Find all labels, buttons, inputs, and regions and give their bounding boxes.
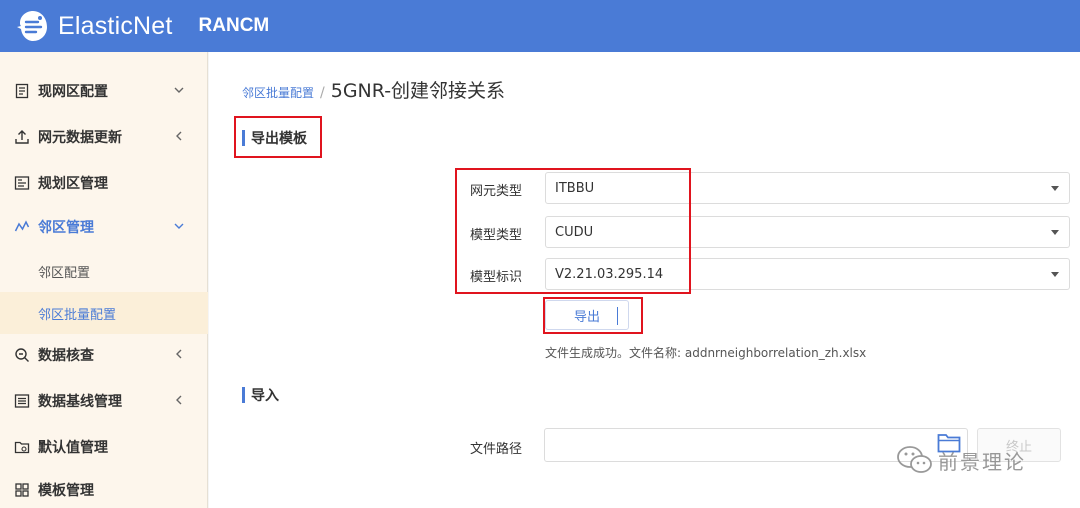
model-id-select[interactable]: V2.21.03.295.14 (545, 258, 1070, 290)
breadcrumb-separator: / (320, 85, 325, 101)
chevron-down-icon (174, 223, 184, 229)
sidebar-item-default-values[interactable]: 默认值管理 (0, 425, 208, 469)
search-icon (14, 347, 30, 363)
chevron-left-icon (176, 349, 182, 359)
sidebar-item-label: 数据基线管理 (38, 394, 122, 410)
breadcrumb-parent-link[interactable]: 邻区批量配置 (242, 84, 314, 101)
caret-down-icon (1051, 272, 1059, 277)
app-name: RANCM (198, 15, 270, 36)
brand-logo[interactable]: ElasticNet (14, 9, 173, 43)
brand-name: ElasticNet (58, 11, 173, 40)
sidebar-item-data-baseline[interactable]: 数据基线管理 (0, 379, 208, 423)
sidebar-subitem-neighbor-batch-config[interactable]: 邻区批量配置 (0, 292, 208, 334)
field-label-file-path: 文件路径 (469, 442, 522, 457)
watermark: 前景理论 (896, 444, 1026, 476)
planning-icon (14, 175, 30, 191)
sidebar-item-data-check[interactable]: 数据核查 (0, 333, 208, 377)
watermark-text: 前景理论 (938, 449, 1026, 474)
export-section-title: 导出模板 (242, 128, 307, 148)
field-label-model-type: 模型类型 (469, 228, 522, 243)
chevron-down-icon (174, 87, 184, 93)
main-content: 邻区批量配置 / 5GNR-创建邻接关系 导出模板 网元类型 ITBBU 模型类… (209, 52, 1080, 508)
sidebar-item-ne-data-update[interactable]: 网元数据更新 (0, 115, 208, 159)
list-icon (14, 393, 30, 409)
sidebar-item-planning-area[interactable]: 规划区管理 (0, 161, 208, 205)
caret-down-icon (1051, 230, 1059, 235)
model-type-select[interactable]: CUDU (545, 216, 1070, 248)
caret-down-icon (1051, 186, 1059, 191)
neighbor-icon (14, 219, 30, 235)
upload-icon (14, 129, 30, 145)
ne-type-select[interactable]: ITBBU (545, 172, 1070, 204)
sidebar-item-neighbor-management[interactable]: 邻区管理 (0, 205, 208, 249)
sidebar-item-label: 数据核查 (38, 348, 94, 364)
sidebar-item-label: 规划区管理 (38, 176, 108, 192)
section-title-text: 导入 (251, 388, 279, 404)
document-icon (14, 83, 30, 99)
folder-icon (14, 439, 30, 455)
select-value: CUDU (555, 224, 594, 240)
import-section-title: 导入 (242, 385, 279, 405)
sidebar: 现网区配置 网元数据更新 规划区管理 邻区管理 邻区配置 邻区批量配置 数据核查 (0, 52, 208, 508)
top-bar: ElasticNet RANCM (0, 0, 1080, 52)
sidebar-item-label: 现网区配置 (38, 84, 108, 100)
sidebar-item-label: 网元数据更新 (38, 130, 122, 146)
sidebar-subitem-neighbor-config[interactable]: 邻区配置 (0, 250, 208, 292)
sidebar-item-template-management[interactable]: 模板管理 (0, 468, 208, 508)
sidebar-item-live-area-config[interactable]: 现网区配置 (0, 69, 208, 113)
page-title: 5GNR-创建邻接关系 (330, 80, 506, 102)
chevron-left-icon (176, 131, 182, 141)
sidebar-item-label: 默认值管理 (38, 440, 108, 456)
sidebar-item-label: 模板管理 (38, 483, 94, 499)
section-accent-bar (242, 130, 245, 146)
field-label-model-id: 模型标识 (469, 270, 522, 285)
grid-icon (14, 482, 30, 498)
sidebar-item-label: 邻区管理 (38, 220, 94, 236)
export-button[interactable]: 导出 (545, 300, 629, 330)
section-title-text: 导出模板 (251, 131, 307, 147)
field-label-ne-type: 网元类型 (469, 184, 522, 199)
chevron-left-icon (176, 395, 182, 405)
elasticnet-logo-icon (17, 11, 47, 41)
section-accent-bar (242, 387, 245, 403)
select-value: ITBBU (555, 180, 595, 196)
export-success-message: 文件生成成功。文件名称: addnrneighborrelation_zh.xl… (545, 346, 867, 360)
select-value: V2.21.03.295.14 (555, 266, 664, 282)
wechat-icon (897, 446, 932, 473)
breadcrumb: 邻区批量配置 / 5GNR-创建邻接关系 (242, 76, 505, 103)
